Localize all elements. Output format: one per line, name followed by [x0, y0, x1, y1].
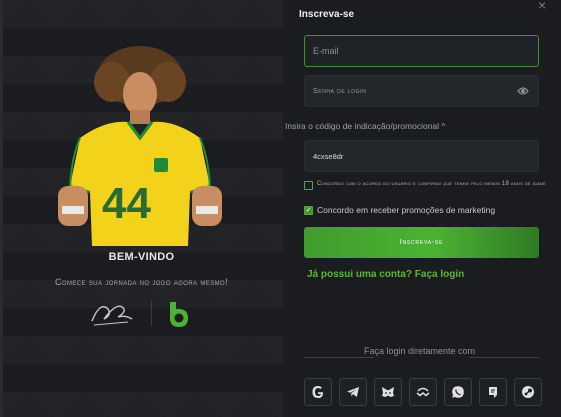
terms-text: Concordo com o acordo do usuário e confi… — [317, 181, 546, 187]
brand-logo-icon — [170, 302, 188, 327]
whatsapp-icon — [452, 386, 464, 398]
metamask-icon — [382, 387, 394, 397]
signup-button[interactable]: Inscreva-se — [304, 227, 539, 258]
metamask-login-button[interactable] — [374, 378, 402, 406]
jersey-number: 44 — [102, 179, 151, 228]
wallet-connect-login-button[interactable] — [409, 378, 437, 406]
social-login-row — [304, 378, 549, 406]
welcome-subtitle: Comece sua jornada no jogo agora mesmo! — [55, 277, 228, 287]
telegram-icon — [347, 387, 359, 397]
google-login-button[interactable] — [304, 378, 332, 406]
steam-login-button[interactable] — [514, 378, 542, 406]
player-image: 44 — [58, 46, 222, 246]
close-icon[interactable]: × — [538, 0, 546, 13]
telegram-login-button[interactable] — [339, 378, 367, 406]
signature-logo — [91, 305, 133, 326]
eye-icon[interactable] — [517, 86, 529, 96]
promo-code-label[interactable]: Insira o código de indicação/promocional… — [285, 121, 445, 131]
promo-code-field[interactable]: 4cxse8dr — [304, 140, 539, 172]
line-login-button[interactable] — [479, 378, 507, 406]
social-login-label: Faça login diretamente com — [364, 346, 476, 356]
welcome-panel: 44 BEM-VINDO Comece sua jornada no jogo … — [0, 0, 283, 417]
email-placeholder: E-mail — [313, 46, 339, 56]
promo-code-value: 4cxse8dr — [313, 151, 344, 161]
google-icon — [312, 386, 324, 398]
password-placeholder: Senha de login — [313, 87, 367, 95]
marketing-text: Concordo em receber promoções de marketi… — [317, 205, 496, 215]
password-field[interactable]: Senha de login — [304, 75, 539, 107]
check-icon: ✓ — [305, 207, 312, 214]
email-field[interactable]: E-mail — [304, 35, 539, 67]
steam-icon — [522, 386, 534, 398]
line-icon — [489, 387, 497, 398]
divider-line-right — [469, 357, 539, 358]
welcome-title: BEM-VINDO — [108, 251, 175, 263]
marketing-checkbox-row[interactable]: ✓ Concordo em receber promoções de marke… — [304, 205, 495, 215]
terms-checkbox[interactable] — [304, 181, 313, 190]
logo-divider — [151, 300, 152, 326]
wallet-connect-icon — [416, 387, 430, 397]
marketing-checkbox[interactable]: ✓ — [304, 206, 313, 215]
form-title: Inscreva-se — [299, 9, 355, 20]
whatsapp-login-button[interactable] — [444, 378, 472, 406]
terms-checkbox-row[interactable]: Concordo com o acordo do usuário e confi… — [304, 180, 559, 190]
login-link[interactable]: Já possui uma conta? Faça login — [307, 269, 464, 280]
divider-line-left — [304, 357, 374, 358]
